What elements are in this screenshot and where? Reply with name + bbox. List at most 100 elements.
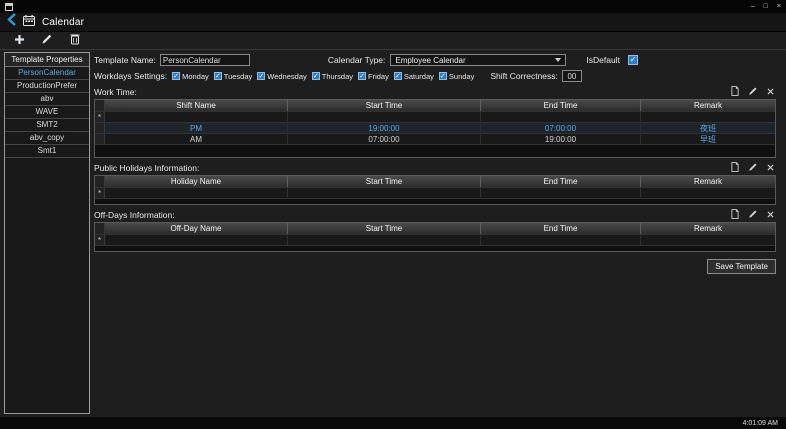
new-row-button[interactable] — [731, 86, 739, 98]
delete-row-button[interactable] — [767, 87, 774, 97]
sidebar-item-smt2[interactable]: SMT2 — [5, 119, 89, 132]
cell-offday-name[interactable] — [105, 235, 288, 245]
isdefault-checkbox[interactable] — [628, 55, 638, 65]
column-header-holiday-name[interactable]: Holiday Name — [105, 176, 288, 187]
shift-correctness-input[interactable] — [562, 70, 582, 82]
workday-sunday[interactable]: Sunday — [439, 72, 474, 81]
row-marker[interactable]: * — [95, 188, 105, 198]
row-marker[interactable] — [95, 134, 105, 144]
table-empty-area — [95, 198, 775, 204]
cell-end-time[interactable] — [481, 188, 641, 198]
column-header-remark[interactable]: Remark — [641, 223, 775, 234]
edit-row-button[interactable] — [748, 209, 758, 221]
cell-end-time[interactable]: 19:00:00 — [481, 134, 641, 144]
clock-text: 4:01:09 AM — [743, 420, 778, 427]
delete-row-button[interactable] — [767, 210, 774, 220]
cell-remark[interactable]: 早班 — [641, 134, 775, 144]
template-sidebar: Template Properties PersonCalendar Produ… — [4, 52, 90, 414]
column-header-offday-name[interactable]: Off-Day Name — [105, 223, 288, 234]
minimize-button[interactable]: – — [751, 3, 755, 10]
calendar-icon — [23, 13, 35, 31]
column-header-end-time[interactable]: End Time — [481, 176, 641, 187]
row-marker[interactable] — [95, 123, 105, 133]
column-header-remark[interactable]: Remark — [641, 176, 775, 187]
sidebar-item-abv[interactable]: abv — [5, 93, 89, 106]
cell-shift-name[interactable]: AM — [105, 134, 288, 144]
title-bar: – □ × — [0, 0, 786, 13]
holidays-title: Public Holidays Information: — [94, 163, 199, 173]
edit-row-button[interactable] — [748, 86, 758, 98]
workday-thursday[interactable]: Thursday — [312, 72, 353, 81]
column-header-start-time[interactable]: Start Time — [288, 100, 481, 111]
page-title: Calendar — [42, 17, 84, 28]
cell-end-time[interactable]: 07:00:00 — [481, 123, 641, 133]
new-row-button[interactable] — [731, 162, 739, 174]
cell-end-time[interactable] — [481, 112, 641, 122]
close-icon — [767, 210, 774, 220]
add-button[interactable] — [12, 34, 26, 48]
edit-row-button[interactable] — [748, 162, 758, 174]
cell-remark[interactable] — [641, 188, 775, 198]
column-header-start-time[interactable]: Start Time — [288, 223, 481, 234]
cell-remark[interactable] — [641, 235, 775, 245]
cell-remark[interactable] — [641, 112, 775, 122]
document-icon — [731, 209, 739, 221]
app-icon — [5, 3, 13, 11]
column-header-start-time[interactable]: Start Time — [288, 176, 481, 187]
column-header-end-time[interactable]: End Time — [481, 100, 641, 111]
back-button[interactable] — [7, 13, 16, 31]
pencil-icon — [748, 162, 758, 174]
pencil-icon — [748, 86, 758, 98]
workday-friday[interactable]: Friday — [358, 72, 389, 81]
close-icon — [767, 163, 774, 173]
close-button[interactable]: × — [777, 3, 781, 10]
sidebar-item-personcalendar[interactable]: PersonCalendar — [5, 67, 89, 80]
new-row-button[interactable] — [731, 209, 739, 221]
cell-start-time[interactable] — [288, 112, 481, 122]
edit-button[interactable] — [40, 34, 54, 48]
column-header-end-time[interactable]: End Time — [481, 223, 641, 234]
cell-shift-name[interactable] — [105, 112, 288, 122]
status-bar: 4:01:09 AM — [0, 417, 786, 429]
holidays-table: Holiday Name Start Time End Time Remark … — [94, 175, 776, 205]
workdays-settings-label: Workdays Settings: — [94, 71, 167, 81]
table-corner[interactable] — [95, 100, 105, 111]
chevron-down-icon — [555, 58, 561, 65]
maximize-button[interactable]: □ — [764, 3, 768, 10]
off-days-title: Off-Days Information: — [94, 210, 175, 220]
template-name-input[interactable] — [160, 54, 250, 66]
column-header-shift-name[interactable]: Shift Name — [105, 100, 288, 111]
sidebar-item-smt1[interactable]: Smt1 — [5, 145, 89, 158]
work-time-table: Shift Name Start Time End Time Remark * … — [94, 99, 776, 158]
checkbox-icon — [172, 72, 180, 80]
save-template-button[interactable]: Save Template — [707, 259, 776, 274]
delete-row-button[interactable] — [767, 163, 774, 173]
workday-saturday[interactable]: Saturday — [394, 72, 434, 81]
cell-end-time[interactable] — [481, 235, 641, 245]
checkbox-icon — [257, 72, 265, 80]
column-header-remark[interactable]: Remark — [641, 100, 775, 111]
table-corner[interactable] — [95, 223, 105, 234]
trash-icon — [70, 32, 80, 50]
row-marker[interactable]: * — [95, 235, 105, 245]
calendar-type-value: Employee Calendar — [395, 56, 465, 65]
workday-monday[interactable]: Monday — [172, 72, 209, 81]
cell-start-time[interactable]: 19:00:00 — [288, 123, 481, 133]
table-corner[interactable] — [95, 176, 105, 187]
cell-shift-name[interactable]: PM — [105, 123, 288, 133]
cell-holiday-name[interactable] — [105, 188, 288, 198]
calendar-type-select[interactable]: Employee Calendar — [390, 54, 566, 66]
sidebar-item-wave[interactable]: WAVE — [5, 106, 89, 119]
workday-wednesday[interactable]: Wednesday — [257, 72, 306, 81]
delete-button[interactable] — [68, 34, 82, 48]
row-marker[interactable]: * — [95, 112, 105, 122]
cell-start-time[interactable]: 07:00:00 — [288, 134, 481, 144]
cell-remark[interactable]: 夜班 — [641, 123, 775, 133]
cell-start-time[interactable] — [288, 235, 481, 245]
sidebar-item-productionprefer[interactable]: ProductionPrefer — [5, 80, 89, 93]
workday-tuesday[interactable]: Tuesday — [214, 72, 253, 81]
sidebar-item-abv-copy[interactable]: abv_copy — [5, 132, 89, 145]
checkbox-icon — [394, 72, 402, 80]
cell-start-time[interactable] — [288, 188, 481, 198]
table-empty-area — [95, 144, 775, 157]
